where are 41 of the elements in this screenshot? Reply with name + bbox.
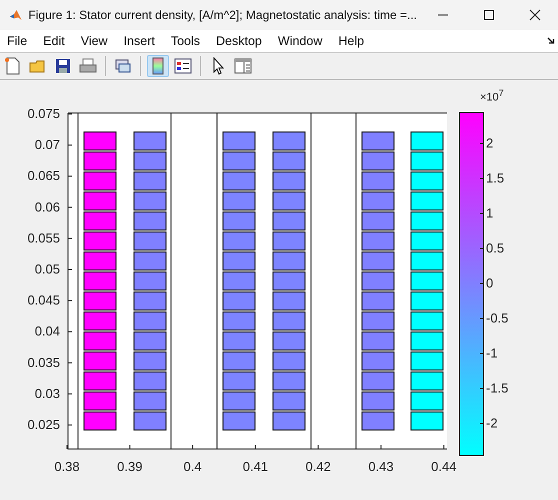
x-tick-label: 0.4 [184,459,202,474]
colorbar-tick-label: -1.5 [486,380,508,396]
x-tick-label: 0.43 [368,459,394,474]
y-tick-label: 0.06 [34,199,60,214]
menu-item[interactable]: Insert [124,34,155,48]
menu-item[interactable]: Tools [170,34,200,48]
dock-arrow-icon[interactable] [547,37,555,45]
y-tick-label: 0.035 [27,354,60,370]
menu-item[interactable]: View [80,34,108,48]
y-tick-label: 0.055 [27,230,60,246]
x-tick-label: 0.41 [242,459,268,474]
colorbar-tick-label: 0 [486,276,494,290]
x-tick-label: 0.38 [54,459,80,474]
menu-item[interactable]: Edit [43,34,65,48]
x-tick-label: 0.44 [431,459,456,474]
colorbar-tick-label: -2 [486,416,498,430]
x-tick-label: 0.42 [306,459,331,474]
colorbar-tick-label: 1.5 [486,170,504,186]
y-tick-label: 0.04 [34,324,60,339]
maximize-icon[interactable] [483,9,495,21]
colorbar-tick-label: 0.5 [486,240,504,256]
menu-item[interactable]: Help [338,34,364,48]
y-tick-label: 0.07 [34,137,60,152]
menu-item[interactable]: Desktop [216,34,262,48]
y-tick-label: 0.025 [27,417,60,432]
colorbar-tick-label: 1 [486,206,494,220]
y-tick-label: 0.05 [34,262,60,276]
colorbar-tick-label: -0.5 [486,310,508,326]
y-tick-label: 0.075 [27,106,60,121]
y-tick-label: 0.065 [27,168,60,184]
x-tick-label: 0.39 [117,459,142,474]
colorbar-tick-label: -1 [486,346,498,360]
menu-item[interactable]: File [7,34,28,48]
colorbar-tool-icon[interactable] [147,55,169,77]
y-tick-label: 0.03 [34,386,60,401]
colorbar-multiplier: ×10$^{7}$ [480,88,504,104]
menu-item[interactable]: Window [278,34,322,48]
close-icon[interactable] [529,9,541,21]
colorbar-tick-label: 2 [486,136,494,150]
y-tick-label: 0.045 [27,292,60,308]
window-title: Figure 1: Stator current density, [A/m^2]; Magnetostatic analysis: time =... [28,8,417,22]
